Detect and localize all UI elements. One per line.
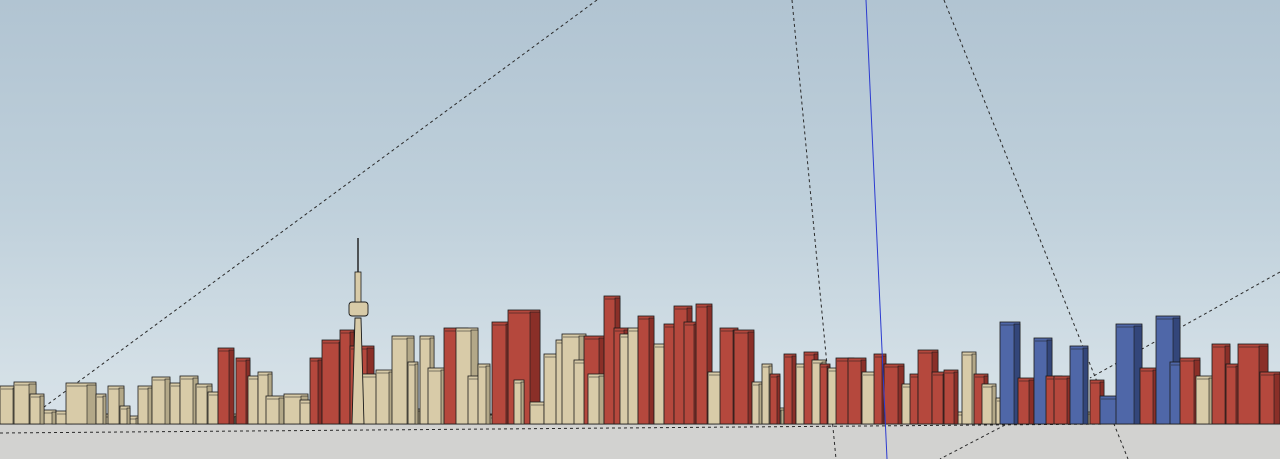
context-building xyxy=(137,385,153,425)
building-side xyxy=(102,395,107,425)
proposed-building xyxy=(309,357,323,425)
building-side xyxy=(1028,379,1035,425)
context-building xyxy=(1195,375,1215,425)
tower-pod xyxy=(348,301,369,317)
building-side xyxy=(758,383,763,425)
tower-upper-shaft xyxy=(354,271,362,303)
building-side xyxy=(317,359,323,425)
ground-plane xyxy=(0,424,1280,459)
proposed-building xyxy=(1139,367,1159,425)
proposed-building xyxy=(1259,371,1280,425)
context-building xyxy=(751,381,763,425)
proposed-building xyxy=(217,347,235,425)
building-side xyxy=(520,381,525,425)
building-side xyxy=(598,375,605,425)
context-building xyxy=(29,393,45,425)
proposed-building xyxy=(883,363,905,425)
building-side xyxy=(278,397,285,425)
context-building xyxy=(95,393,107,425)
context-building xyxy=(587,373,605,425)
context-building xyxy=(981,383,997,425)
building-side xyxy=(485,365,491,425)
building-side xyxy=(414,363,419,425)
highlight-building xyxy=(1069,345,1089,425)
building-side xyxy=(648,317,655,425)
building-side xyxy=(39,395,45,425)
building-side xyxy=(228,349,235,425)
building-side xyxy=(164,378,171,425)
building-side xyxy=(1082,347,1089,425)
context-building xyxy=(119,405,131,425)
proposed-building xyxy=(1053,375,1073,425)
context-building xyxy=(427,367,447,425)
building-side xyxy=(147,387,153,425)
building-side xyxy=(791,355,797,425)
proposed-building xyxy=(637,315,655,425)
context-building xyxy=(407,361,419,425)
building-side xyxy=(126,407,131,425)
building-side xyxy=(1273,373,1280,425)
building-side xyxy=(86,384,97,425)
highlight-building xyxy=(1115,323,1143,425)
proposed-building xyxy=(943,369,959,425)
context-building xyxy=(375,369,395,425)
modeling-viewport[interactable] xyxy=(0,0,1280,459)
building-side xyxy=(991,385,997,425)
context-building xyxy=(513,379,525,425)
proposed-building xyxy=(769,373,781,425)
building-side xyxy=(51,411,57,425)
building-side xyxy=(953,371,959,425)
context-building xyxy=(265,395,285,425)
context-building xyxy=(65,382,97,425)
proposed-building xyxy=(783,353,797,425)
context-building xyxy=(151,376,171,425)
proposed-building xyxy=(1017,377,1035,425)
context-building xyxy=(477,363,491,425)
building-side xyxy=(776,375,781,425)
proposed-building xyxy=(733,329,755,425)
buildings-group xyxy=(0,295,1280,425)
context-building xyxy=(179,375,199,425)
highlight-building xyxy=(999,321,1021,425)
city-skyline-scene xyxy=(0,0,1280,459)
